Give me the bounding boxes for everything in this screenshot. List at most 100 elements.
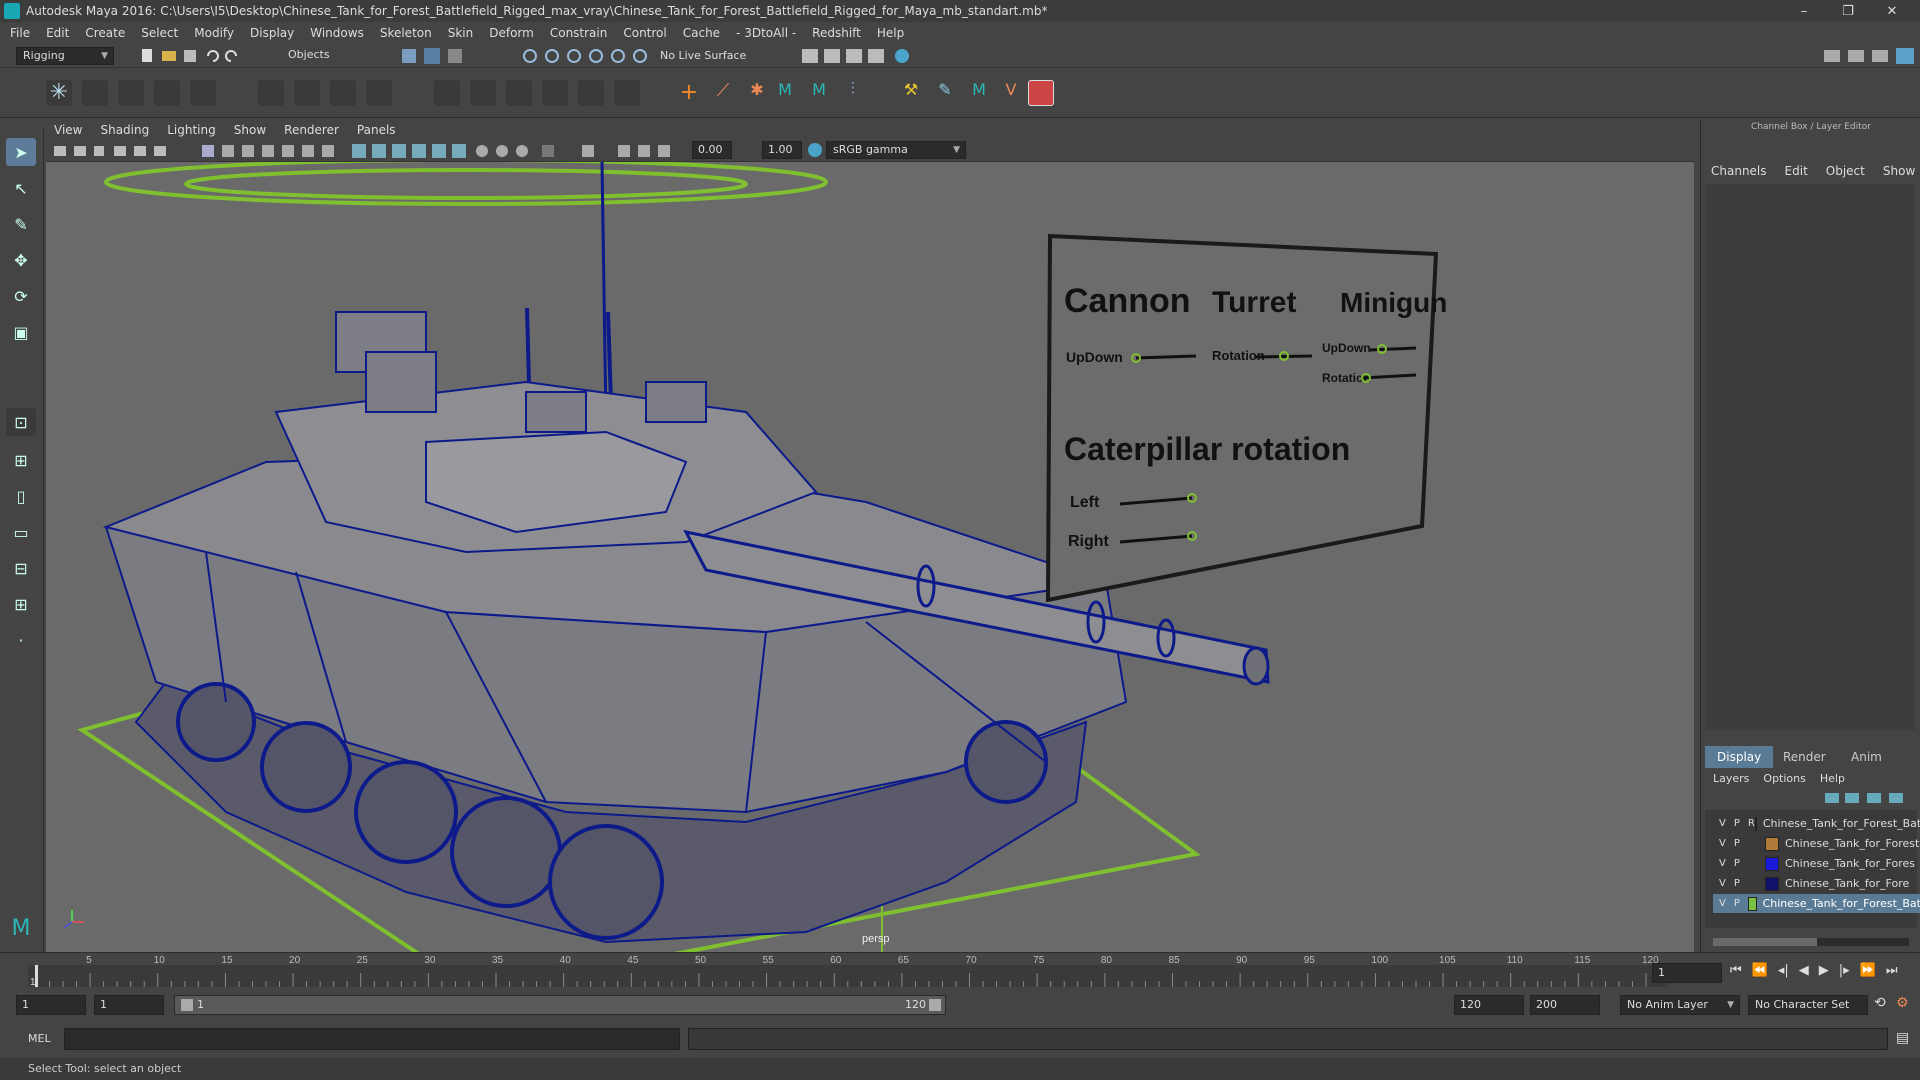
viewport-menu-shading[interactable]: Shading	[100, 123, 149, 137]
layers-menu[interactable]: Layers	[1713, 772, 1749, 785]
menu-display[interactable]: Display	[250, 26, 294, 40]
quick-rig-icon[interactable]: ✎	[932, 80, 958, 106]
select-tool-icon[interactable]: ➤	[6, 138, 36, 166]
channel-list-area[interactable]	[1705, 184, 1915, 730]
uv-layout-icon[interactable]: ⊞	[6, 590, 36, 618]
range-start-handle[interactable]	[181, 999, 193, 1011]
play-forward-icon[interactable]: ▶	[1819, 963, 1829, 978]
script-editor-icon[interactable]: ▤	[1896, 1030, 1909, 1046]
menu-skeleton[interactable]: Skeleton	[380, 26, 432, 40]
single-perspective-layout-icon[interactable]: ⊡	[6, 408, 36, 436]
tab-render[interactable]: Render	[1771, 746, 1838, 768]
ik-fk-icon[interactable]: V	[998, 80, 1024, 106]
locator-icon[interactable]: +	[676, 80, 702, 106]
tab-display[interactable]: Display	[1705, 746, 1774, 768]
paint-select-tool-icon[interactable]: ✎	[6, 210, 36, 238]
range-end-handle[interactable]	[929, 999, 941, 1011]
perspective-viewport[interactable]: Cannon Turret Minigun UpDown Rotation Up…	[46, 162, 1694, 952]
menu-modify[interactable]: Modify	[194, 26, 234, 40]
view-transform-dropdown[interactable]: sRGB gamma ▼	[826, 141, 966, 159]
auto-key-icon[interactable]: ⟲	[1874, 995, 1886, 1011]
animation-end-field[interactable]: 200	[1530, 995, 1600, 1015]
step-forward-key-icon[interactable]: ⏩	[1860, 963, 1876, 978]
wrap-deformer-icon[interactable]: M	[806, 80, 832, 106]
time-slider[interactable]: 5 10 15 20 25 30 35 40 45 50 55 60 65 70 75 80 85 90 95 100…	[0, 952, 1920, 990]
live-surface-label[interactable]: No Live Surface	[660, 49, 746, 62]
skeleton-mirror-icon[interactable]	[190, 80, 216, 106]
menu-deform[interactable]: Deform	[489, 26, 534, 40]
command-input[interactable]	[64, 1028, 680, 1050]
layer-row[interactable]: VP Chinese_Tank_for_Forest	[1713, 834, 1920, 853]
layer-scrollbar[interactable]	[1713, 938, 1909, 946]
layer-color-swatch[interactable]	[1754, 816, 1757, 831]
mode-dropdown[interactable]: Rigging ▼	[16, 47, 114, 65]
insert-joint-icon[interactable]	[154, 80, 180, 106]
command-language-label[interactable]: MEL	[28, 1032, 51, 1045]
layer-color-swatch[interactable]	[1765, 876, 1779, 891]
channel-object-menu[interactable]: Object	[1826, 164, 1865, 178]
menu-select[interactable]: Select	[141, 26, 178, 40]
viewport-menu-panels[interactable]: Panels	[357, 123, 396, 137]
perspective-graph-layout-icon[interactable]: ▭	[6, 518, 36, 546]
step-forward-frame-icon[interactable]: |▸	[1839, 963, 1850, 978]
set-driven-key-icon[interactable]: ✱	[744, 80, 770, 106]
layer-row[interactable]: VP Chinese_Tank_for_Fores	[1713, 854, 1920, 873]
layer-row-selected[interactable]: VP Chinese_Tank_for_Forest_Bat	[1713, 894, 1920, 913]
outliner-layout-icon[interactable]: ·	[6, 626, 36, 654]
pole-vector-icon[interactable]	[614, 80, 640, 106]
viewport-menu-lighting[interactable]: Lighting	[167, 123, 216, 137]
aim-constraint-icon[interactable]	[470, 80, 496, 106]
layer-color-swatch[interactable]	[1765, 836, 1779, 851]
channels-menu[interactable]: Channels	[1711, 164, 1767, 178]
animation-start-field[interactable]: 1	[16, 995, 86, 1015]
maximize-button[interactable]: ❐	[1826, 0, 1870, 22]
preferences-icon[interactable]: ⚙	[1896, 995, 1909, 1011]
layer-color-swatch[interactable]	[1765, 856, 1779, 871]
layer-help-menu[interactable]: Help	[1820, 772, 1845, 785]
character-set-dropdown[interactable]: No Character Set	[1748, 995, 1868, 1015]
go-to-end-icon[interactable]: ⏭	[1886, 963, 1898, 978]
menu-constrain[interactable]: Constrain	[550, 26, 608, 40]
close-button[interactable]: ✕	[1870, 0, 1914, 22]
menu-cache[interactable]: Cache	[683, 26, 720, 40]
layer-row[interactable]: VPR Chinese_Tank_for_Forest_Bat	[1713, 814, 1920, 833]
viewport-menu-show[interactable]: Show	[234, 123, 266, 137]
scale-constraint-icon[interactable]	[542, 80, 568, 106]
hypershade-layout-icon[interactable]: ⊟	[6, 554, 36, 582]
menu-help[interactable]: Help	[877, 26, 904, 40]
turret-rotate-control-inner[interactable]	[184, 168, 748, 200]
character-controls-icon[interactable]	[1028, 80, 1054, 106]
step-back-key-icon[interactable]: ⏪	[1752, 963, 1768, 978]
playback-end-field[interactable]: 120	[1454, 995, 1524, 1015]
menu-3dtoall[interactable]: - 3DtoAll -	[736, 26, 796, 40]
lasso-tool-icon[interactable]: ↖	[6, 174, 36, 202]
layer-options-menu[interactable]: Options	[1763, 772, 1805, 785]
move-tool-icon[interactable]: ✥	[6, 246, 36, 274]
channel-edit-menu[interactable]: Edit	[1785, 164, 1808, 178]
blend-shape-icon[interactable]: M	[772, 80, 798, 106]
playhead[interactable]	[35, 965, 38, 987]
menu-file[interactable]: File	[10, 26, 30, 40]
rotate-tool-icon[interactable]: ⟳	[6, 282, 36, 310]
layer-row[interactable]: VP Chinese_Tank_for_Fore	[1713, 874, 1920, 893]
motionbuilder-icon[interactable]: M	[966, 80, 992, 106]
nonlinear-deformer-icon[interactable]: ⋮	[840, 80, 866, 106]
bind-skin-icon[interactable]	[258, 80, 284, 106]
orient-constraint-icon[interactable]	[506, 80, 532, 106]
go-to-start-icon[interactable]: ⏮	[1730, 963, 1742, 978]
menu-edit[interactable]: Edit	[46, 26, 69, 40]
joint-tool-icon[interactable]: ✳	[46, 80, 72, 106]
menu-skin[interactable]: Skin	[448, 26, 474, 40]
menu-create[interactable]: Create	[85, 26, 125, 40]
menu-redshift[interactable]: Redshift	[812, 26, 861, 40]
scale-tool-icon[interactable]: ▣	[6, 318, 36, 346]
parent-constraint-icon[interactable]	[578, 80, 604, 106]
playback-start-field[interactable]: 1	[94, 995, 164, 1015]
color-management-icon[interactable]	[808, 143, 822, 157]
hik-icon[interactable]: ⚒	[898, 80, 924, 106]
step-back-frame-icon[interactable]: ◂|	[1778, 963, 1789, 978]
ik-handle-icon[interactable]	[82, 80, 108, 106]
gamma-field[interactable]: 1.00	[762, 141, 802, 159]
selection-mode-dropdown[interactable]: Objects	[282, 47, 382, 65]
perspective-outliner-layout-icon[interactable]: ▯	[6, 482, 36, 510]
